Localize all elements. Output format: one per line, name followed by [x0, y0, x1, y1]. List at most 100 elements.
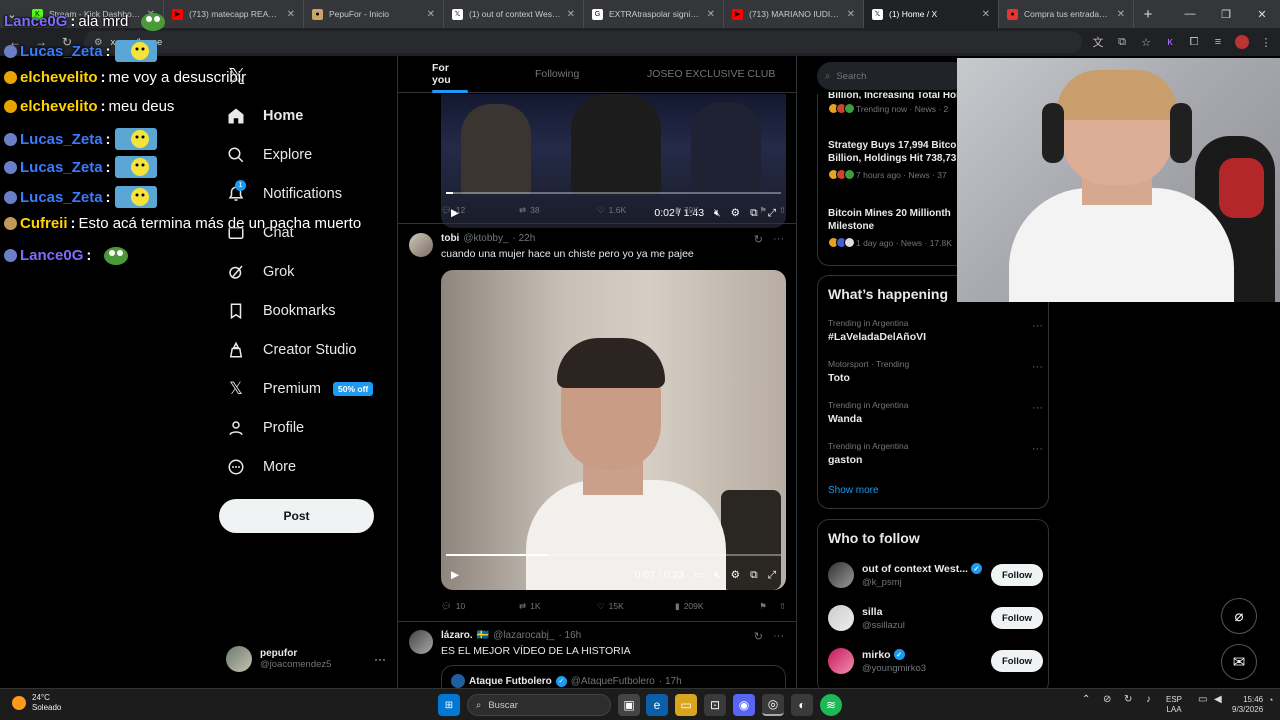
browser-tab[interactable]: 𝕏 (1) Home / X ✕ — [864, 0, 999, 28]
video-progress[interactable] — [446, 554, 781, 556]
browser-menu-icon[interactable]: ⋮ — [1258, 34, 1274, 50]
tweet-age[interactable]: · 16h — [558, 630, 581, 641]
pip-icon[interactable]: ⧉ — [750, 569, 758, 582]
extensions-icon[interactable]: ⧠ — [1186, 34, 1202, 50]
account-switcher[interactable]: pepufor @joacomendez5 ··· — [226, 644, 386, 674]
volume-icon[interactable]: ◀ — [1214, 695, 1222, 705]
avatar[interactable] — [409, 630, 433, 654]
fullscreen-icon[interactable]: ⤢ — [768, 569, 776, 582]
views-button[interactable]: ▮ 79K — [675, 205, 753, 216]
more-icon[interactable]: ··· — [1032, 402, 1043, 414]
follow-button[interactable]: Follow — [991, 607, 1043, 629]
follow-button[interactable]: Follow — [991, 650, 1043, 672]
close-window-button[interactable]: ✕ — [1244, 0, 1280, 28]
nav-notifications[interactable]: 1 Notifications — [225, 179, 342, 209]
nav-premium[interactable]: 𝕏 Premium 50% off — [225, 374, 374, 404]
follow-suggestion[interactable]: silla @ssillazul Follow — [828, 601, 1043, 635]
bookmark-star-icon[interactable]: ☆ — [1138, 34, 1154, 50]
search-input[interactable]: ⌕ Search — [817, 62, 967, 90]
tray-icon[interactable]: ↻ — [1124, 695, 1132, 705]
minimize-button[interactable]: — — [1172, 0, 1208, 28]
account-more-icon[interactable]: ··· — [374, 652, 386, 666]
install-app-icon[interactable]: ⧉ — [1114, 34, 1130, 50]
captions-icon[interactable]: ▭ — [694, 569, 704, 581]
like-button[interactable]: ♡ 1.6K — [597, 205, 675, 216]
like-button[interactable]: ♡ 15K — [597, 601, 675, 612]
close-tab-icon[interactable]: ✕ — [567, 9, 575, 20]
nav-home[interactable]: Home — [225, 101, 303, 131]
notification-bell-icon[interactable]: ◔ — [1268, 695, 1273, 705]
news-item[interactable]: Strategy Buys 17,994 Bitcoi Billion, Hol… — [828, 139, 958, 180]
browser-tab[interactable]: ● PepuFor - Inicio ✕ — [304, 0, 444, 28]
network-icon[interactable]: ▭ — [1198, 695, 1207, 705]
maximize-button[interactable]: ❐ — [1208, 0, 1244, 28]
taskbar-search[interactable]: ⌕ Buscar — [467, 694, 611, 716]
obs-icon[interactable]: ◐ — [791, 694, 813, 716]
nav-bookmarks[interactable]: Bookmarks — [225, 296, 336, 326]
file-explorer-icon[interactable]: ▭ — [675, 694, 697, 716]
share-icon[interactable]: ⇧ — [779, 205, 786, 216]
bookmark-icon[interactable]: ⚑ — [759, 601, 767, 612]
start-icon[interactable]: ⊞ — [438, 694, 460, 716]
author-name[interactable]: tobi — [441, 233, 459, 244]
follow-suggestion[interactable]: mirko ✓ @youngmirko3 Follow — [828, 644, 1043, 678]
play-icon[interactable]: ▶ — [451, 569, 459, 581]
nav-grok[interactable]: Grok — [225, 257, 294, 287]
discord-icon[interactable]: ◉ — [733, 694, 755, 716]
browser-tab[interactable]: ● Compra tus entradas para ✕ — [999, 0, 1134, 28]
grok-fab-icon[interactable]: ⌀ — [1221, 598, 1257, 634]
spotify-icon[interactable]: ≋ — [820, 694, 842, 716]
more-icon[interactable]: ··· — [773, 233, 784, 246]
extension-purple-icon[interactable]: ᴋ — [1162, 34, 1178, 50]
author-handle[interactable]: @ktobby_ — [463, 233, 508, 244]
close-tab-icon[interactable]: ✕ — [707, 9, 715, 20]
author-name[interactable]: lázaro. — [441, 630, 473, 641]
repost-button[interactable]: ⇄ 38 — [519, 205, 597, 216]
trend-item[interactable]: Trending in Argentina #LaVeladaDelAñoVI … — [828, 318, 1043, 343]
avatar[interactable] — [409, 233, 433, 257]
language-indicator[interactable]: ESP LAA — [1166, 695, 1182, 715]
close-tab-icon[interactable]: ✕ — [847, 9, 855, 20]
grok-icon[interactable]: ↻ — [754, 630, 763, 643]
share-icon[interactable]: ⇧ — [779, 601, 786, 612]
browser-tab[interactable]: G EXTRAtraspolar significado ✕ — [584, 0, 724, 28]
follow-button[interactable]: Follow — [991, 564, 1043, 586]
close-tab-icon[interactable]: ✕ — [287, 9, 295, 20]
nav-explore[interactable]: Explore — [225, 140, 312, 170]
browser-tab[interactable]: 𝕏 (1) out of context Westcol ✕ — [444, 0, 584, 28]
new-tab-button[interactable]: + — [1134, 0, 1162, 28]
browser-tab[interactable]: ▶(713) matecapp REACCIONA✕ — [164, 0, 304, 28]
show-more-link[interactable]: Show more — [828, 485, 879, 496]
task-view-icon[interactable]: ▣ — [618, 694, 640, 716]
video-player[interactable]: ▶ 0:07 / 0:23 ▭ 🔇︎ ⚙ ⧉ ⤢ — [441, 270, 786, 590]
more-icon[interactable]: ··· — [1032, 320, 1043, 332]
trend-item[interactable]: Trending in Argentina gaston ··· — [828, 441, 1043, 466]
nav-creator-studio[interactable]: Creator Studio — [225, 335, 357, 365]
tab-following[interactable]: Following — [535, 56, 579, 93]
mic-icon[interactable]: ♪ — [1146, 695, 1151, 705]
tray-icon[interactable]: ⊘ — [1103, 695, 1111, 705]
translate-icon[interactable]: 文 — [1090, 34, 1106, 50]
tweet-age[interactable]: · 22h — [513, 233, 536, 244]
trend-item[interactable]: Trending in Argentina Wanda ··· — [828, 400, 1043, 425]
more-icon[interactable]: ··· — [1032, 361, 1043, 373]
store-icon[interactable]: ⊡ — [704, 694, 726, 716]
settings-icon[interactable]: ⚙ — [731, 569, 740, 581]
clock[interactable]: 15:46 9/3/2026 — [1232, 695, 1263, 715]
messages-fab-icon[interactable]: ✉ — [1221, 644, 1257, 680]
video-progress[interactable] — [446, 192, 781, 194]
news-item[interactable]: Billion, Increasing Total Hol Trending n… — [828, 92, 958, 114]
author-handle[interactable]: @lazarocabj_ — [493, 630, 554, 641]
views-button[interactable]: ▮ 209K — [675, 601, 753, 612]
browser-tab[interactable]: ▶ (713) MARIANO IUDICA Y ✕ — [724, 0, 864, 28]
trend-item[interactable]: Motorsport · Trending Toto ··· — [828, 359, 1043, 384]
profile-avatar-icon[interactable] — [1234, 34, 1250, 50]
chrome-icon[interactable]: ◎ — [762, 694, 784, 716]
tray-overflow-icon[interactable]: ⌃ — [1082, 695, 1090, 705]
reply-button[interactable]: 💬︎ 12 — [441, 205, 519, 216]
mute-icon[interactable]: 🔇︎ — [714, 569, 721, 582]
close-tab-icon[interactable]: ✕ — [982, 9, 990, 20]
reading-list-icon[interactable]: ≡ — [1210, 34, 1226, 50]
grok-icon[interactable]: ↻ — [754, 233, 763, 246]
weather-widget[interactable]: 24°C Soleado — [12, 693, 61, 713]
